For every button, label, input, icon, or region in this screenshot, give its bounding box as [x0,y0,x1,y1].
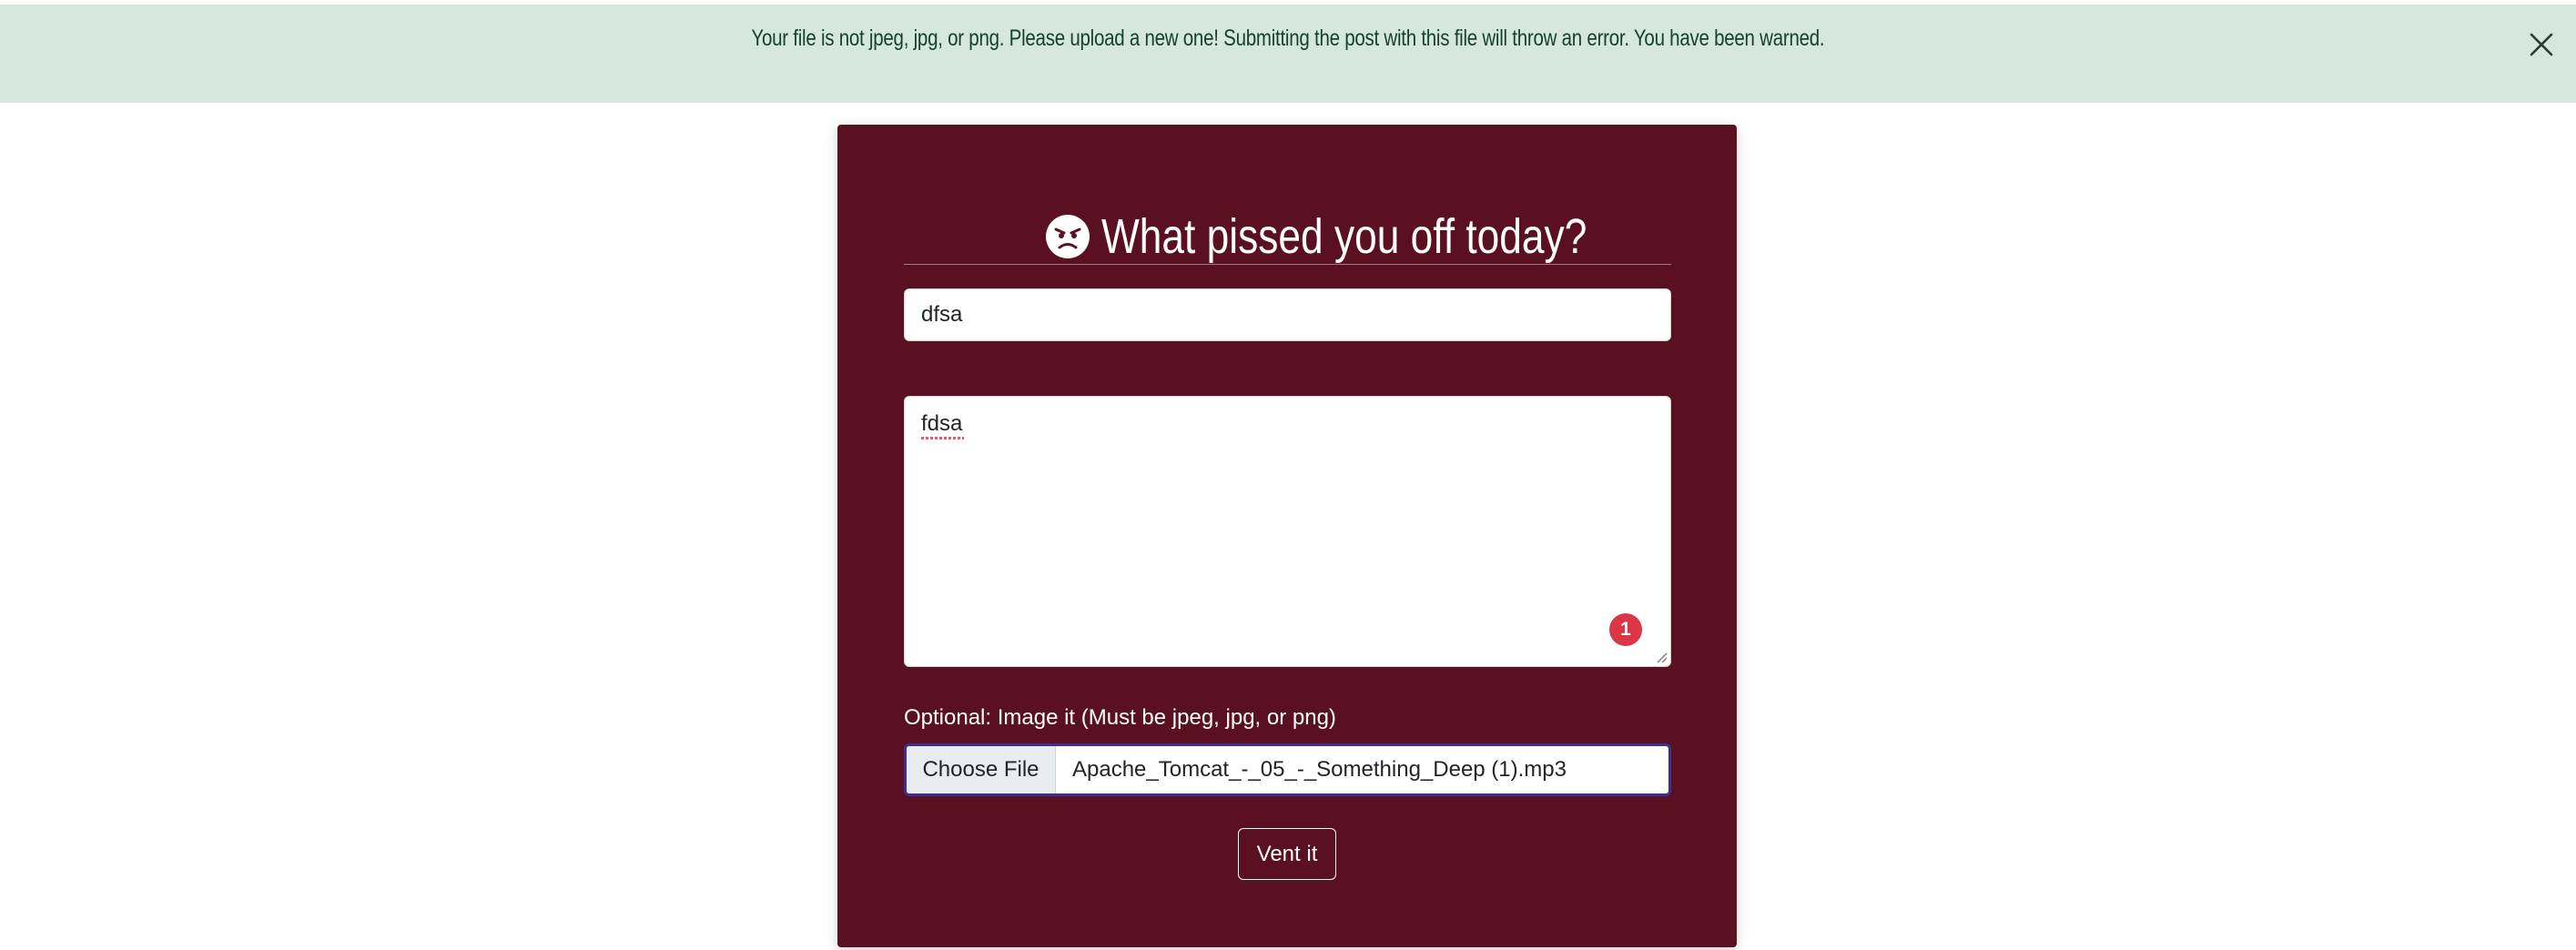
page: Your file is not jpeg, jpg, or png. Plea… [0,0,2576,950]
post-title-value: dfsa [921,302,963,327]
form-title: What pissed you off today? [1101,209,1587,264]
vent-form: What pissed you off today? dfsa fdsa 1 O… [837,125,1737,947]
file-upload-input[interactable]: Choose File Apache_Tomcat_-_05_-_Somethi… [904,743,1671,796]
post-body-textarea[interactable]: fdsa 1 [904,396,1671,667]
choose-file-button[interactable]: Choose File [907,746,1056,793]
resize-handle-icon[interactable] [1653,649,1668,663]
form-heading: What pissed you off today? [837,191,1737,282]
alert-message: Your file is not jpeg, jpg, or png. Plea… [751,25,1825,51]
post-title-input[interactable]: dfsa [904,288,1671,341]
alert-banner: Your file is not jpeg, jpg, or png. Plea… [0,5,2576,103]
spellcheck-underline [921,437,964,440]
selected-file-name: Apache_Tomcat_-_05_-_Something_Deep (1).… [1072,757,1567,782]
vent-it-button[interactable]: Vent it [1238,828,1336,880]
title-divider [904,264,1671,265]
post-body-value: fdsa [921,411,963,436]
close-icon[interactable] [2525,28,2558,61]
file-upload-label: Optional: Image it (Must be jpeg, jpg, o… [904,705,1336,730]
grammar-error-badge[interactable]: 1 [1609,613,1642,646]
angry-face-icon [1046,215,1090,258]
